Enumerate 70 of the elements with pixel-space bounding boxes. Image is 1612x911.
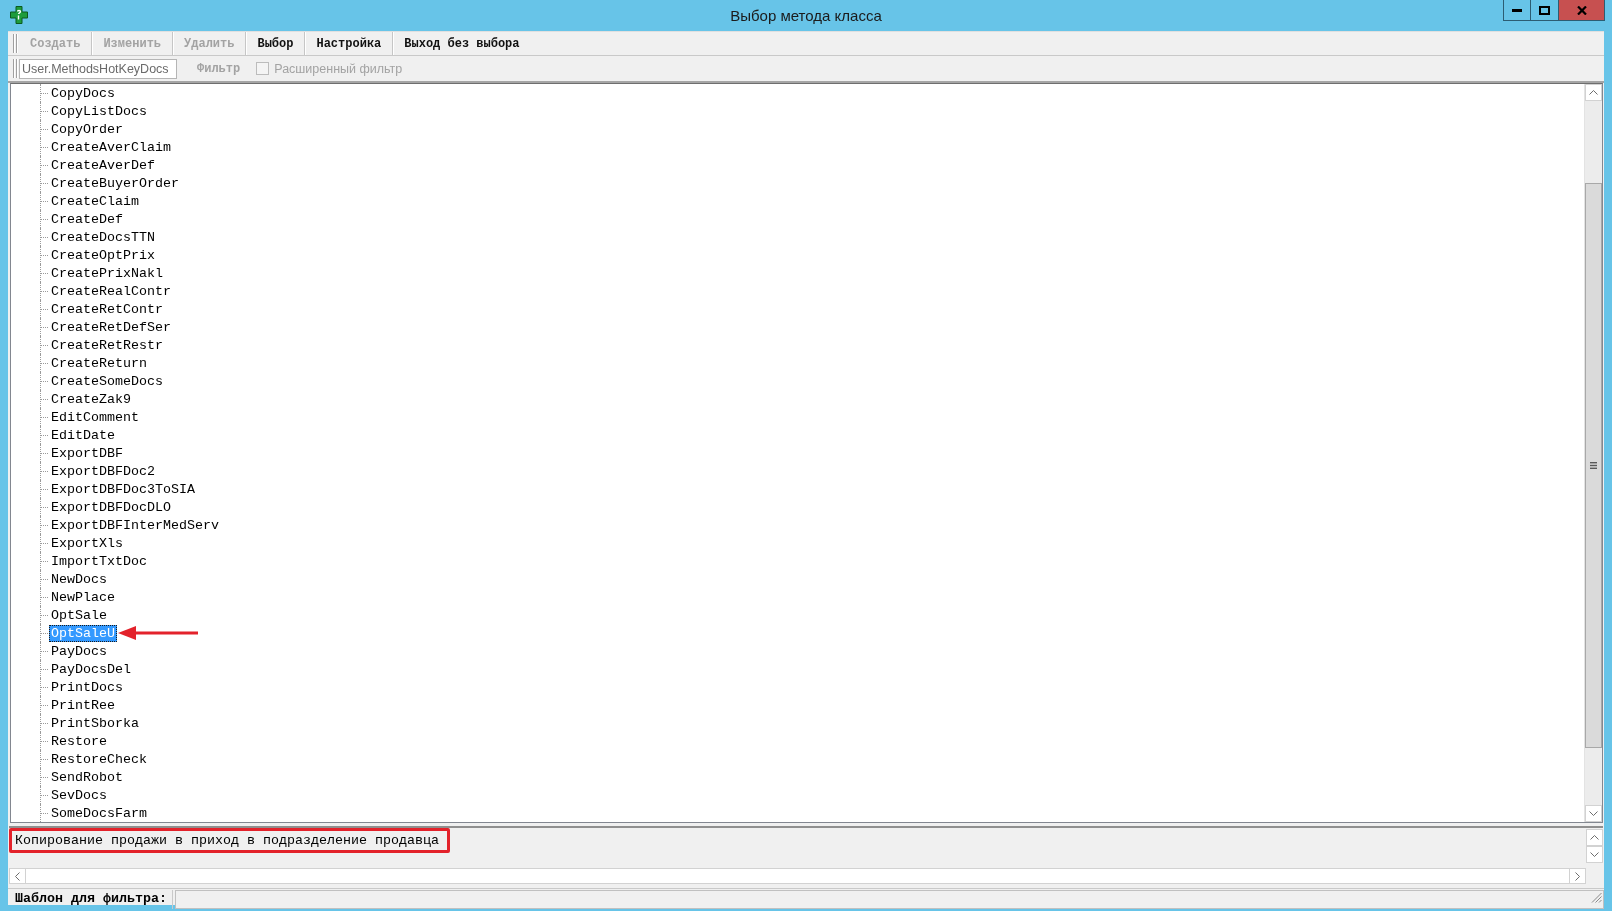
tree-item[interactable]: NewDocs xyxy=(49,570,109,588)
tree-item[interactable]: ExportDBFDoc3ToSIA xyxy=(49,480,197,498)
chevron-down-icon xyxy=(1589,811,1598,816)
scrollbar-thumb[interactable] xyxy=(1585,183,1602,748)
tree-item[interactable]: ImportTxtDoc xyxy=(49,552,149,570)
tree-item[interactable]: CopyListDocs xyxy=(49,102,149,120)
tree-item[interactable]: CreateClaim xyxy=(49,192,141,210)
toolbar-grip-icon[interactable] xyxy=(13,34,18,53)
tree-item[interactable]: CreateDocsTTN xyxy=(49,228,157,246)
chevron-up-icon xyxy=(1589,90,1598,95)
scroll-up-button[interactable] xyxy=(1586,829,1603,846)
tree-item[interactable]: CreateRetContr xyxy=(49,300,165,318)
filter-template-label: Шаблон для фильтра: xyxy=(8,890,173,909)
tree-item[interactable]: ExportDBFDoc2 xyxy=(49,462,157,480)
toolbar-button[interactable]: Настройка xyxy=(305,32,394,55)
tree-item[interactable]: CreateRealContr xyxy=(49,282,173,300)
app-cross-icon xyxy=(10,6,28,24)
tree-item[interactable]: CreateReturn xyxy=(49,354,149,372)
tree-item[interactable]: ExportDBFDocDLO xyxy=(49,498,173,516)
grip-icon xyxy=(1590,462,1597,469)
resize-grip-icon[interactable] xyxy=(1591,892,1602,903)
tree-item[interactable]: CopyDocs xyxy=(49,84,117,102)
chevron-left-icon xyxy=(15,871,20,881)
tree-item[interactable]: CopyOrder xyxy=(49,120,125,138)
scroll-up-button[interactable] xyxy=(1585,84,1602,101)
tree-item[interactable]: NewPlace xyxy=(49,588,117,606)
tree-item[interactable]: OptSale xyxy=(49,606,109,624)
class-name-field[interactable]: User.MethodsHotKeyDocs xyxy=(19,58,177,79)
tree-item[interactable]: CreateZak9 xyxy=(49,390,133,408)
tree-item[interactable]: SevDocs xyxy=(49,786,109,804)
tree-item[interactable]: SendRobot xyxy=(49,768,125,786)
scroll-down-button[interactable] xyxy=(1585,805,1602,822)
toolbar-button[interactable]: Выход без выбора xyxy=(393,32,531,55)
chevron-right-icon xyxy=(1575,871,1580,881)
tree-item[interactable]: EditComment xyxy=(49,408,141,426)
tree-item[interactable]: PrintSborka xyxy=(49,714,141,732)
tree-item[interactable]: CreatePrixNakl xyxy=(49,264,165,282)
chevron-down-icon xyxy=(1590,852,1599,857)
tree-item[interactable]: EditDate xyxy=(49,426,117,444)
description-text: Копирование продажи в приход в подразделение продавца xyxy=(15,832,439,849)
tree-item[interactable]: CreateAverDef xyxy=(49,156,157,174)
window-title: Выбор метода класса xyxy=(730,7,882,24)
tree-item[interactable]: ExportDBFInterMedServ xyxy=(49,516,221,534)
minimize-icon xyxy=(1512,8,1522,12)
tree-item[interactable]: CreateSomeDocs xyxy=(49,372,165,390)
tree-item[interactable]: PrintRee xyxy=(49,696,117,714)
tree-item[interactable]: CreateDef xyxy=(49,210,125,228)
close-icon xyxy=(1576,5,1587,15)
tree-item[interactable]: SomeDocsFarm xyxy=(49,804,149,822)
toolbar-grip-icon[interactable] xyxy=(13,59,18,78)
checkbox-label: Расширенный фильтр xyxy=(274,61,403,76)
tree-item[interactable]: RestoreCheck xyxy=(49,750,149,768)
chevron-up-icon xyxy=(1590,835,1599,840)
tree-item[interactable]: CreateRetDefSer xyxy=(49,318,173,336)
tree-item[interactable]: CreateRetRestr xyxy=(49,336,165,354)
tree-item[interactable]: PayDocs xyxy=(49,642,109,660)
toolbar-button[interactable]: Выбор xyxy=(246,32,306,55)
tree-item[interactable]: CreateAverClaim xyxy=(49,138,173,156)
tree-item[interactable]: ExportDBF xyxy=(49,444,125,462)
tree-item[interactable]: Restore xyxy=(49,732,109,750)
tree-item[interactable]: CreateOptPrix xyxy=(49,246,157,264)
filter-template-field[interactable] xyxy=(174,890,1604,909)
maximize-icon xyxy=(1539,5,1550,15)
tree-item[interactable]: PayDocsDel xyxy=(49,660,133,678)
scroll-down-button[interactable] xyxy=(1586,846,1603,863)
tree-item[interactable]: ExportXls xyxy=(49,534,125,552)
tree-item[interactable]: PrintDocs xyxy=(49,678,125,696)
close-button[interactable] xyxy=(1559,0,1605,21)
minimize-button[interactable] xyxy=(1503,0,1531,21)
tree-item[interactable]: CreateBuyerOrder xyxy=(49,174,181,192)
